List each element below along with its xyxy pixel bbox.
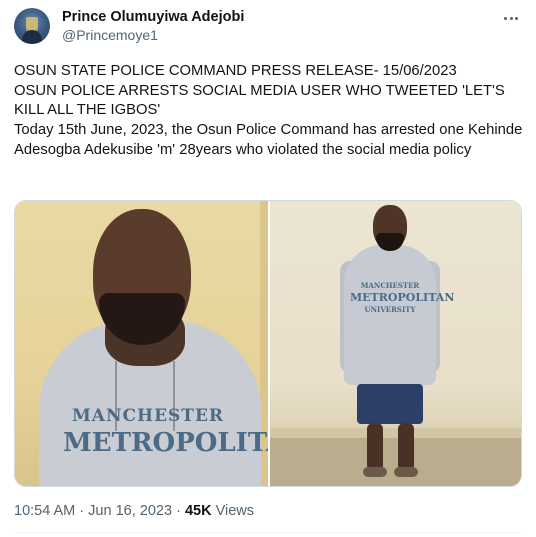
tweet-header: Prince Olumuyiwa Adejobi @Princemoye1 [14,6,522,46]
views-count: 45K [184,503,212,519]
leg-right [398,423,414,471]
wall-base [270,428,521,438]
tweet-line-2: OSUN POLICE ARRESTS SOCIAL MEDIA USER WH… [14,82,509,119]
hoodie-print: MANCHESTER METROPOLITAN [63,406,268,458]
more-dot [515,16,518,20]
avatar-figure [22,30,42,44]
media-photo-2[interactable]: MANCHESTER METROPOLITAN UNIVERSITY [270,201,521,486]
leg-left [367,423,383,471]
ground [270,438,521,486]
tweet-time[interactable]: 10:54 AM [14,503,75,519]
author-display-name[interactable]: Prince Olumuyiwa Adejobi [62,9,244,25]
author-handle[interactable]: @Princemoye1 [62,27,158,43]
media-photo-1[interactable]: MANCHESTER METROPOLITAN [15,201,268,486]
avatar[interactable] [14,8,50,44]
tweet-text: OSUN STATE POLICE COMMAND PRESS RELEASE-… [14,62,524,161]
more-dot [509,16,513,20]
more-horizontal-icon[interactable] [500,8,522,28]
tweet-media: MANCHESTER METROPOLITAN MANCHESTER METRO… [14,200,522,487]
tweet-meta: 10:54 AM · Jun 16, 2023 · 45K Views [14,503,254,519]
separator-dot: · [79,503,85,519]
hoodie-print-line-2: METROPOLITAN [350,291,455,304]
hoodie-print: MANCHESTER METROPOLITAN UNIVERSITY [350,281,455,314]
hoodie-print-line-1: MANCHESTER [360,281,420,290]
hoodie-print-line-2: METROPOLITAN [63,428,268,458]
views-label: Views [215,503,254,519]
separator-dot: · [176,503,181,519]
meta-separator: · [176,503,185,519]
shorts [357,384,423,424]
hoodie [344,245,436,385]
shoe-left [363,467,387,477]
tweet-line-1: OSUN STATE POLICE COMMAND PRESS RELEASE-… [14,63,457,79]
divider [14,532,522,533]
hoodie-print-line-3: UNIVERSITY [364,305,416,314]
tweet-line-3: Today 15th June, 2023, the Osun Police C… [14,122,526,158]
hoodie-print-line-1: MANCHESTER [71,406,225,426]
shoe-right [394,467,418,477]
meta-separator: · [79,503,88,519]
tweet-date[interactable]: Jun 16, 2023 [88,503,172,519]
more-dot [504,16,507,20]
